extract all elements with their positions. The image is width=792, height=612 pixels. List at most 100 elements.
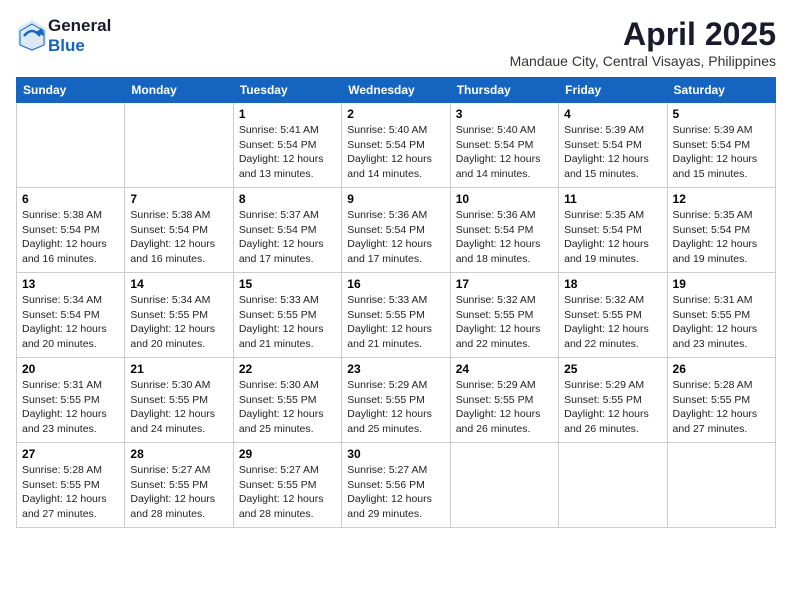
day-number: 9 [347, 192, 444, 206]
day-cell-10: 10 Sunrise: 5:36 AMSunset: 5:54 PMDayligh… [450, 188, 558, 273]
week-row-1: 1Sunrise: 5:41 AMSunset: 5:54 PMDaylight… [17, 103, 776, 188]
day-cell-21: 21 Sunrise: 5:30 AMSunset: 5:55 PMDayligh… [125, 358, 233, 443]
day-number: 28 [130, 447, 227, 461]
day-header-tuesday: Tuesday [233, 78, 341, 103]
day-info: Sunrise: 5:33 AMSunset: 5:55 PMDaylight:… [347, 293, 444, 352]
day-info: Sunrise: 5:32 AMSunset: 5:55 PMDaylight:… [564, 293, 661, 352]
day-info: Sunrise: 5:40 AMSunset: 5:54 PMDaylight:… [456, 123, 553, 182]
day-cell-24: 24 Sunrise: 5:29 AMSunset: 5:55 PMDayligh… [450, 358, 558, 443]
day-cell-14: 14 Sunrise: 5:34 AMSunset: 5:55 PMDayligh… [125, 273, 233, 358]
day-number: 24 [456, 362, 553, 376]
day-info: Sunrise: 5:39 AMSunset: 5:54 PMDaylight:… [564, 123, 661, 182]
week-row-4: 20Sunrise: 5:31 AMSunset: 5:55 PMDayligh… [17, 358, 776, 443]
day-cell-28: 28 Sunrise: 5:27 AMSunset: 5:55 PMDayligh… [125, 443, 233, 528]
day-number: 7 [130, 192, 227, 206]
day-cell-22: 22 Sunrise: 5:30 AMSunset: 5:55 PMDayligh… [233, 358, 341, 443]
day-info: Sunrise: 5:32 AMSunset: 5:55 PMDaylight:… [456, 293, 553, 352]
day-header-wednesday: Wednesday [342, 78, 450, 103]
calendar-header-row: SundayMondayTuesdayWednesdayThursdayFrid… [17, 78, 776, 103]
day-header-thursday: Thursday [450, 78, 558, 103]
day-info: Sunrise: 5:41 AMSunset: 5:54 PMDaylight:… [239, 123, 336, 182]
title-block: April 2025 Mandaue City, Central Visayas… [510, 16, 776, 69]
day-number: 30 [347, 447, 444, 461]
day-info: Sunrise: 5:30 AMSunset: 5:55 PMDaylight:… [239, 378, 336, 437]
day-info: Sunrise: 5:34 AMSunset: 5:54 PMDaylight:… [22, 293, 119, 352]
day-number: 10 [456, 192, 553, 206]
day-number: 4 [564, 107, 661, 121]
day-info: Sunrise: 5:27 AMSunset: 5:55 PMDaylight:… [130, 463, 227, 522]
empty-cell [17, 103, 125, 188]
day-cell-17: 17 Sunrise: 5:32 AMSunset: 5:55 PMDayligh… [450, 273, 558, 358]
day-info: Sunrise: 5:27 AMSunset: 5:56 PMDaylight:… [347, 463, 444, 522]
day-info: Sunrise: 5:33 AMSunset: 5:55 PMDaylight:… [239, 293, 336, 352]
day-number: 27 [22, 447, 119, 461]
day-cell-5: 5 Sunrise: 5:39 AMSunset: 5:54 PMDaylight… [667, 103, 775, 188]
day-info: Sunrise: 5:27 AMSunset: 5:55 PMDaylight:… [239, 463, 336, 522]
day-number: 11 [564, 192, 661, 206]
day-info: Sunrise: 5:31 AMSunset: 5:55 PMDaylight:… [673, 293, 770, 352]
day-cell-2: 2 Sunrise: 5:40 AMSunset: 5:54 PMDaylight… [342, 103, 450, 188]
day-cell-27: 27 Sunrise: 5:28 AMSunset: 5:55 PMDayligh… [17, 443, 125, 528]
day-cell-26: 26 Sunrise: 5:28 AMSunset: 5:55 PMDayligh… [667, 358, 775, 443]
day-cell-25: 25 Sunrise: 5:29 AMSunset: 5:55 PMDayligh… [559, 358, 667, 443]
day-cell-6: 6Sunrise: 5:38 AMSunset: 5:54 PMDaylight… [17, 188, 125, 273]
day-cell-4: 4 Sunrise: 5:39 AMSunset: 5:54 PMDaylight… [559, 103, 667, 188]
day-header-monday: Monday [125, 78, 233, 103]
day-info: Sunrise: 5:40 AMSunset: 5:54 PMDaylight:… [347, 123, 444, 182]
day-info: Sunrise: 5:28 AMSunset: 5:55 PMDaylight:… [22, 463, 119, 522]
day-number: 23 [347, 362, 444, 376]
day-number: 29 [239, 447, 336, 461]
day-cell-1: 1Sunrise: 5:41 AMSunset: 5:54 PMDaylight… [233, 103, 341, 188]
day-cell-12: 12Sunrise: 5:35 AMSunset: 5:54 PMDayligh… [667, 188, 775, 273]
day-number: 25 [564, 362, 661, 376]
day-number: 2 [347, 107, 444, 121]
day-cell-29: 29 Sunrise: 5:27 AMSunset: 5:55 PMDayligh… [233, 443, 341, 528]
empty-cell [559, 443, 667, 528]
day-info: Sunrise: 5:37 AMSunset: 5:54 PMDaylight:… [239, 208, 336, 267]
day-info: Sunrise: 5:28 AMSunset: 5:55 PMDaylight:… [673, 378, 770, 437]
day-cell-7: 7 Sunrise: 5:38 AMSunset: 5:54 PMDaylight… [125, 188, 233, 273]
day-cell-30: 30 Sunrise: 5:27 AMSunset: 5:56 PMDayligh… [342, 443, 450, 528]
logo-text: General Blue [48, 16, 111, 56]
day-info: Sunrise: 5:36 AMSunset: 5:54 PMDaylight:… [456, 208, 553, 267]
day-info: Sunrise: 5:38 AMSunset: 5:54 PMDaylight:… [22, 208, 119, 267]
page-header: General Blue April 2025 Mandaue City, Ce… [16, 16, 776, 69]
day-info: Sunrise: 5:30 AMSunset: 5:55 PMDaylight:… [130, 378, 227, 437]
day-number: 13 [22, 277, 119, 291]
month-title: April 2025 [510, 16, 776, 53]
day-number: 15 [239, 277, 336, 291]
day-cell-3: 3 Sunrise: 5:40 AMSunset: 5:54 PMDaylight… [450, 103, 558, 188]
day-number: 26 [673, 362, 770, 376]
day-info: Sunrise: 5:31 AMSunset: 5:55 PMDaylight:… [22, 378, 119, 437]
day-cell-19: 19Sunrise: 5:31 AMSunset: 5:55 PMDayligh… [667, 273, 775, 358]
logo-blue: Blue [48, 36, 111, 56]
day-cell-23: 23 Sunrise: 5:29 AMSunset: 5:55 PMDayligh… [342, 358, 450, 443]
day-number: 8 [239, 192, 336, 206]
day-number: 3 [456, 107, 553, 121]
day-info: Sunrise: 5:39 AMSunset: 5:54 PMDaylight:… [673, 123, 770, 182]
day-info: Sunrise: 5:34 AMSunset: 5:55 PMDaylight:… [130, 293, 227, 352]
day-number: 5 [673, 107, 770, 121]
day-info: Sunrise: 5:29 AMSunset: 5:55 PMDaylight:… [456, 378, 553, 437]
location-subtitle: Mandaue City, Central Visayas, Philippin… [510, 53, 776, 69]
day-number: 21 [130, 362, 227, 376]
empty-cell [667, 443, 775, 528]
day-number: 16 [347, 277, 444, 291]
week-row-5: 27 Sunrise: 5:28 AMSunset: 5:55 PMDayligh… [17, 443, 776, 528]
day-cell-9: 9Sunrise: 5:36 AMSunset: 5:54 PMDaylight… [342, 188, 450, 273]
empty-cell [125, 103, 233, 188]
day-info: Sunrise: 5:29 AMSunset: 5:55 PMDaylight:… [347, 378, 444, 437]
week-row-2: 6Sunrise: 5:38 AMSunset: 5:54 PMDaylight… [17, 188, 776, 273]
day-info: Sunrise: 5:38 AMSunset: 5:54 PMDaylight:… [130, 208, 227, 267]
day-number: 17 [456, 277, 553, 291]
day-number: 22 [239, 362, 336, 376]
day-cell-11: 11 Sunrise: 5:35 AMSunset: 5:54 PMDayligh… [559, 188, 667, 273]
day-number: 18 [564, 277, 661, 291]
day-cell-20: 20Sunrise: 5:31 AMSunset: 5:55 PMDayligh… [17, 358, 125, 443]
day-info: Sunrise: 5:35 AMSunset: 5:54 PMDaylight:… [564, 208, 661, 267]
day-cell-18: 18 Sunrise: 5:32 AMSunset: 5:55 PMDayligh… [559, 273, 667, 358]
day-info: Sunrise: 5:29 AMSunset: 5:55 PMDaylight:… [564, 378, 661, 437]
day-number: 12 [673, 192, 770, 206]
empty-cell [450, 443, 558, 528]
day-number: 14 [130, 277, 227, 291]
